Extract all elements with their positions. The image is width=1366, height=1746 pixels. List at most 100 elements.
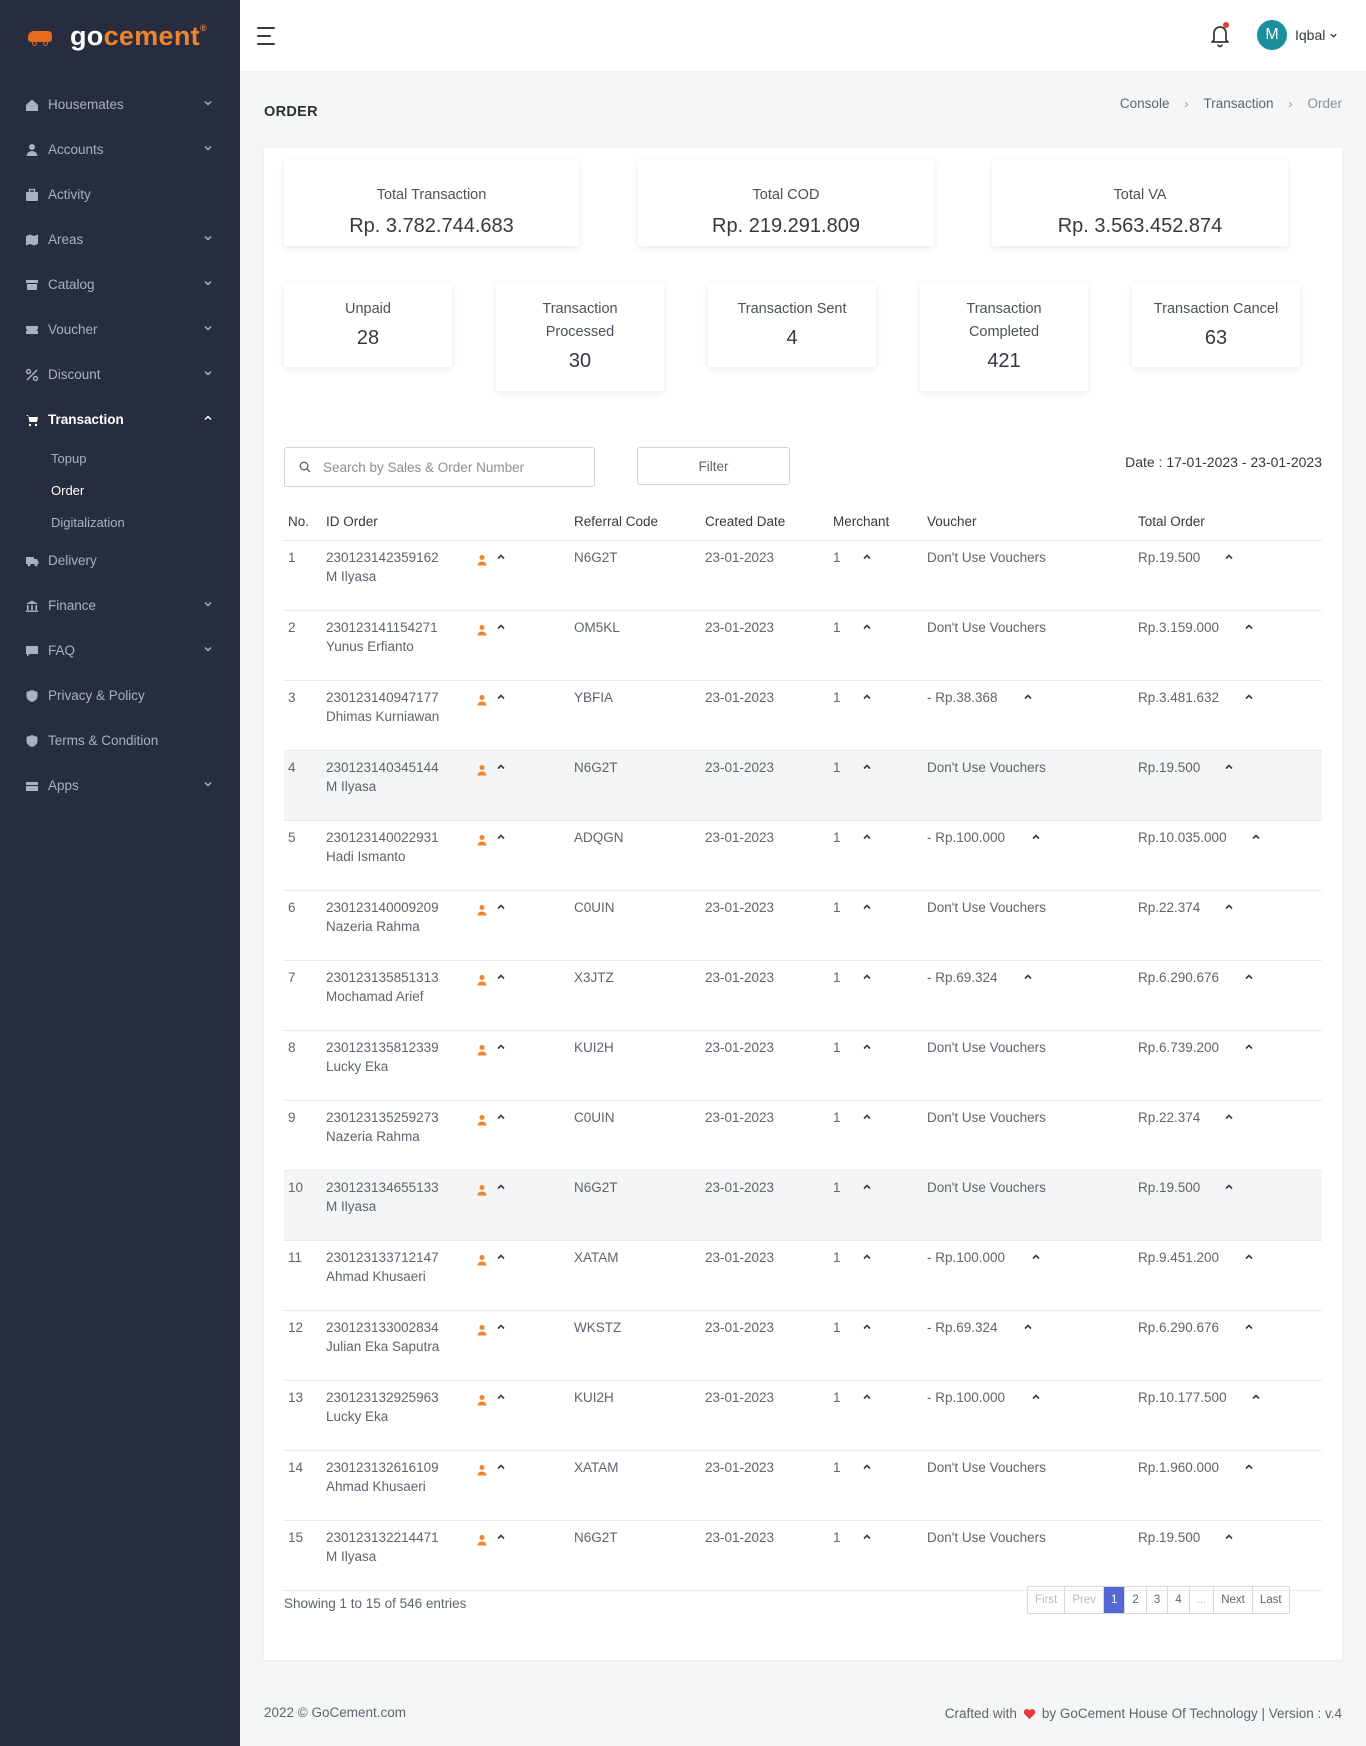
order-id[interactable]: 230123141154271 bbox=[326, 620, 472, 635]
sidebar-item-terms-condition[interactable]: Terms & Condition bbox=[0, 718, 240, 763]
order-id[interactable]: 230123132925963 bbox=[326, 1390, 472, 1405]
notification-bell-icon[interactable] bbox=[1208, 22, 1232, 48]
sidebar-subitem-topup[interactable]: Topup bbox=[0, 442, 240, 474]
expand-up-icon[interactable] bbox=[862, 830, 872, 890]
expand-up-icon[interactable] bbox=[1031, 830, 1041, 890]
expand-up-icon[interactable] bbox=[862, 1110, 872, 1170]
expand-up-icon[interactable] bbox=[1224, 1530, 1234, 1590]
order-id[interactable]: 230123140022931 bbox=[326, 830, 472, 845]
order-id[interactable]: 230123140345144 bbox=[326, 760, 472, 775]
table-row[interactable]: 11 230123133712147 Ahmad Khusaeri XATAM 23-0… bbox=[284, 1241, 1322, 1311]
expand-up-icon[interactable] bbox=[862, 1040, 872, 1100]
table-row[interactable]: 15 230123132214471 M Ilyasa N6G2T 23-01-2023… bbox=[284, 1521, 1322, 1591]
filter-button[interactable]: Filter bbox=[637, 447, 790, 485]
expand-up-icon[interactable] bbox=[1244, 970, 1254, 1030]
expand-up-icon[interactable] bbox=[1244, 690, 1254, 750]
user-menu[interactable]: M Iqbal bbox=[1257, 20, 1338, 50]
sidebar-item-housemates[interactable]: Housemates bbox=[0, 82, 240, 127]
expand-up-icon[interactable] bbox=[862, 1180, 872, 1240]
order-id[interactable]: 230123133002834 bbox=[326, 1320, 472, 1335]
order-id[interactable]: 230123135259273 bbox=[326, 1110, 472, 1125]
expand-up-icon[interactable] bbox=[496, 1460, 506, 1520]
expand-up-icon[interactable] bbox=[496, 1250, 506, 1310]
expand-up-icon[interactable] bbox=[496, 760, 506, 820]
expand-up-icon[interactable] bbox=[862, 1320, 872, 1380]
page-last-button[interactable]: Last bbox=[1253, 1587, 1289, 1613]
order-id[interactable]: 230123135851313 bbox=[326, 970, 472, 985]
sidebar-item-finance[interactable]: Finance bbox=[0, 583, 240, 628]
page-first-button[interactable]: First bbox=[1028, 1587, 1066, 1613]
page-3-button[interactable]: 3 bbox=[1147, 1587, 1169, 1613]
expand-up-icon[interactable] bbox=[496, 900, 506, 960]
expand-up-icon[interactable] bbox=[862, 1250, 872, 1310]
sidebar-item-transaction[interactable]: Transaction bbox=[0, 397, 240, 442]
order-id[interactable]: 230123132616109 bbox=[326, 1460, 472, 1475]
expand-up-icon[interactable] bbox=[1244, 1040, 1254, 1100]
expand-up-icon[interactable] bbox=[862, 1390, 872, 1450]
expand-up-icon[interactable] bbox=[1023, 690, 1033, 750]
expand-up-icon[interactable] bbox=[1224, 1110, 1234, 1170]
expand-up-icon[interactable] bbox=[1244, 1320, 1254, 1380]
table-row[interactable]: 13 230123132925963 Lucky Eka KUI2H 23-01-202… bbox=[284, 1381, 1322, 1451]
expand-up-icon[interactable] bbox=[1031, 1390, 1041, 1450]
sidebar-item-accounts[interactable]: Accounts bbox=[0, 127, 240, 172]
expand-up-icon[interactable] bbox=[1244, 1250, 1254, 1310]
expand-up-icon[interactable] bbox=[496, 1320, 506, 1380]
order-id[interactable]: 230123142359162 bbox=[326, 550, 472, 565]
sidebar-subitem-order[interactable]: Order bbox=[0, 474, 240, 506]
expand-up-icon[interactable] bbox=[496, 1530, 506, 1590]
order-id[interactable]: 230123134655133 bbox=[326, 1180, 472, 1195]
order-id[interactable]: 230123135812339 bbox=[326, 1040, 472, 1055]
expand-up-icon[interactable] bbox=[496, 1110, 506, 1170]
sidebar-item-apps[interactable]: Apps bbox=[0, 763, 240, 808]
sidebar-item-activity[interactable]: Activity bbox=[0, 172, 240, 217]
expand-up-icon[interactable] bbox=[1251, 830, 1261, 890]
expand-up-icon[interactable] bbox=[862, 690, 872, 750]
table-row[interactable]: 12 230123133002834 Julian Eka Saputra WKSTZ… bbox=[284, 1311, 1322, 1381]
expand-up-icon[interactable] bbox=[1244, 620, 1254, 680]
sidebar-item-delivery[interactable]: Delivery bbox=[0, 538, 240, 583]
expand-up-icon[interactable] bbox=[862, 760, 872, 820]
table-row[interactable]: 7 230123135851313 Mochamad Arief X3JTZ 23-01… bbox=[284, 961, 1322, 1031]
breadcrumb-console[interactable]: Console bbox=[1120, 96, 1170, 111]
sidebar-item-privacy-policy[interactable]: Privacy & Policy bbox=[0, 673, 240, 718]
expand-up-icon[interactable] bbox=[1224, 900, 1234, 960]
expand-up-icon[interactable] bbox=[862, 1460, 872, 1520]
expand-up-icon[interactable] bbox=[496, 1180, 506, 1240]
table-row[interactable]: 10 230123134655133 M Ilyasa N6G2T 23-01-2023… bbox=[284, 1171, 1322, 1241]
expand-up-icon[interactable] bbox=[1031, 1250, 1041, 1310]
page-2-button[interactable]: 2 bbox=[1125, 1587, 1147, 1613]
table-row[interactable]: 5 230123140022931 Hadi Ismanto ADQGN 23-01-2… bbox=[284, 821, 1322, 891]
sidebar-item-areas[interactable]: Areas bbox=[0, 217, 240, 262]
expand-up-icon[interactable] bbox=[1244, 1460, 1254, 1520]
page-1-button[interactable]: 1 bbox=[1104, 1587, 1126, 1613]
table-row[interactable]: 8 230123135812339 Lucky Eka KUI2H 23-01-2023… bbox=[284, 1031, 1322, 1101]
expand-up-icon[interactable] bbox=[862, 620, 872, 680]
expand-up-icon[interactable] bbox=[496, 970, 506, 1030]
expand-up-icon[interactable] bbox=[1023, 970, 1033, 1030]
expand-up-icon[interactable] bbox=[1224, 760, 1234, 820]
sidebar-item-faq[interactable]: FAQ bbox=[0, 628, 240, 673]
table-row[interactable]: 2 230123141154271 Yunus Erfianto OM5KL 23-01… bbox=[284, 611, 1322, 681]
search-input[interactable] bbox=[323, 459, 573, 475]
expand-up-icon[interactable] bbox=[1023, 1320, 1033, 1380]
order-id[interactable]: 230123140947177 bbox=[326, 690, 472, 705]
order-id[interactable]: 230123133712147 bbox=[326, 1250, 472, 1265]
page-4-button[interactable]: 4 bbox=[1168, 1587, 1190, 1613]
expand-up-icon[interactable] bbox=[496, 1390, 506, 1450]
breadcrumb-transaction[interactable]: Transaction bbox=[1203, 96, 1273, 111]
table-row[interactable]: 3 230123140947177 Dhimas Kurniawan YBFIA 23-… bbox=[284, 681, 1322, 751]
expand-up-icon[interactable] bbox=[862, 550, 872, 610]
expand-up-icon[interactable] bbox=[1224, 550, 1234, 610]
order-id[interactable]: 230123140009209 bbox=[326, 900, 472, 915]
sidebar-subitem-digitalization[interactable]: Digitalization bbox=[0, 506, 240, 538]
order-id[interactable]: 230123132214471 bbox=[326, 1530, 472, 1545]
expand-up-icon[interactable] bbox=[496, 550, 506, 610]
expand-up-icon[interactable] bbox=[496, 830, 506, 890]
expand-up-icon[interactable] bbox=[862, 1530, 872, 1590]
sidebar-item-voucher[interactable]: Voucher bbox=[0, 307, 240, 352]
sidebar-item-catalog[interactable]: Catalog bbox=[0, 262, 240, 307]
expand-up-icon[interactable] bbox=[496, 690, 506, 750]
expand-up-icon[interactable] bbox=[496, 1040, 506, 1100]
brand-logo[interactable]: gocement® bbox=[0, 0, 240, 72]
